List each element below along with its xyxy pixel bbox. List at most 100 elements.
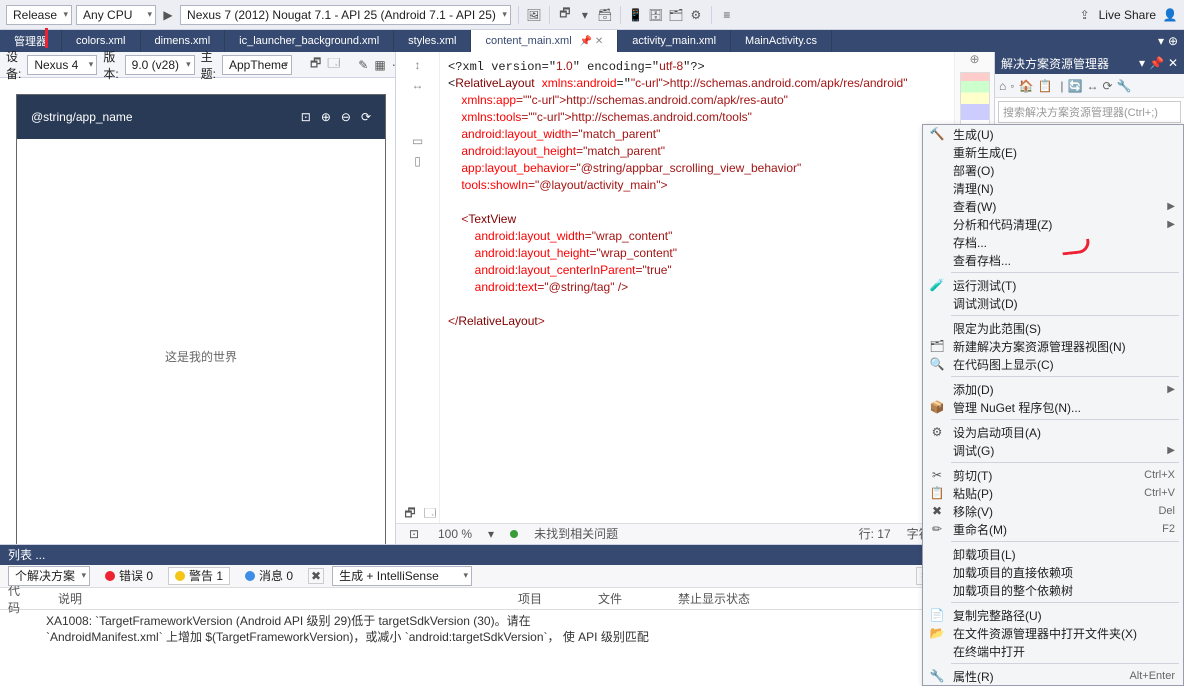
refresh-icon[interactable]: 🔄 <box>1068 79 1083 93</box>
toolbar-icon[interactable]: ⚙ <box>688 7 704 23</box>
menu-U[interactable]: 🔨生成(U) <box>923 125 1183 143</box>
wrench-icon[interactable]: 🔧 <box>1117 79 1132 93</box>
tab-activity_main-xml[interactable]: activity_main.xml <box>618 30 731 52</box>
menu-S[interactable]: 限定为此范围(S) <box>923 319 1183 337</box>
zoom-in-icon[interactable]: ⊕ <box>321 110 331 124</box>
menu-[interactable]: 存档... <box>923 233 1183 251</box>
warning-filter[interactable]: 警告 1 <box>168 567 230 585</box>
zoom-out-icon[interactable]: ⊖ <box>341 110 351 124</box>
pin-icon[interactable]: 📌 <box>1149 56 1164 70</box>
device-select[interactable]: Nexus 4 <box>27 55 97 75</box>
toolbar-icon[interactable]: 🗃 <box>597 7 613 23</box>
platform-dropdown[interactable]: Any CPU <box>76 5 156 25</box>
props-icon[interactable]: ⟳ <box>1103 79 1113 93</box>
device-preview: @string/app_name ⊡ ⊕ ⊖ ⟳ 这是我的世界 <box>16 94 386 544</box>
textview-preview: 这是我的世界 <box>165 348 237 365</box>
menu-L[interactable]: 卸载项目(L) <box>923 545 1183 563</box>
nav-icon[interactable]: ↔ <box>412 78 424 92</box>
play-icon[interactable]: ▶ <box>160 7 176 23</box>
menu-[interactable]: 加载项目的整个依赖树 <box>923 581 1183 599</box>
view-icon[interactable]: 🗗 <box>402 506 418 522</box>
toolbar-icon[interactable]: 🗄 <box>648 7 664 23</box>
menu-N[interactable]: 清理(N) <box>923 179 1183 197</box>
device-label: 设备: <box>6 48 21 82</box>
dropdown-icon[interactable]: ▾ <box>1139 56 1145 70</box>
tab-MainActivity-cs[interactable]: MainActivity.cs <box>731 30 832 52</box>
toolbar-icon[interactable]: ≡ <box>719 7 735 23</box>
menu-D[interactable]: 调试测试(D) <box>923 294 1183 312</box>
menu-[interactable]: 查看存档... <box>923 251 1183 269</box>
app-title: @string/app_name <box>31 110 133 124</box>
close-icon[interactable]: ✕ <box>1168 56 1178 70</box>
menu-X[interactable]: 📂在文件资源管理器中打开文件夹(X) <box>923 624 1183 642</box>
tab-ic_launcher_background-xml[interactable]: ic_launcher_background.xml <box>225 30 394 52</box>
message-filter[interactable]: 消息 0 <box>238 567 300 585</box>
zoom-level[interactable]: 100 % <box>438 527 472 541</box>
device-dropdown[interactable]: Nexus 7 (2012) Nougat 7.1 - API 25 (Andr… <box>180 5 511 25</box>
zoom-fit-icon[interactable]: ⊡ <box>301 110 311 124</box>
android-designer: 设备: Nexus 4 版本: 9.0 (v28) 主题: AppTheme 🗗… <box>0 52 396 544</box>
toolbar-icon[interactable]: 🗂 <box>668 7 684 23</box>
home-icon[interactable]: ⌂ <box>999 79 1006 93</box>
user-icon[interactable]: 👤 <box>1162 7 1178 23</box>
menu-T[interactable]: 🧪运行测试(T) <box>923 276 1183 294</box>
tab-colors-xml[interactable]: colors.xml <box>62 30 141 52</box>
menu-NuGetN[interactable]: 📦管理 NuGet 程序包(N)... <box>923 398 1183 416</box>
menu-O[interactable]: 部署(O) <box>923 161 1183 179</box>
tab-content_main-xml[interactable]: content_main.xml📌 ✕ <box>471 30 618 52</box>
menu-U[interactable]: 📄复制完整路径(U) <box>923 606 1183 624</box>
menu-W[interactable]: 查看(W)▶ <box>923 197 1183 215</box>
split-icon[interactable]: ▯ <box>414 154 421 168</box>
build-dropdown[interactable]: 生成 + IntelliSense <box>332 566 472 586</box>
view-icon[interactable]: 🗔 <box>422 506 438 522</box>
menu-T[interactable]: ✂剪切(T)Ctrl+X <box>923 466 1183 484</box>
menu-[interactable]: 加载项目的直接依赖项 <box>923 563 1183 581</box>
theme-select[interactable]: AppTheme <box>222 55 292 75</box>
menu-R[interactable]: 🔧属性(R)Alt+Enter <box>923 667 1183 685</box>
code-area[interactable]: <?xml version="1.0" encoding="utf-8"?> <… <box>440 52 954 523</box>
share-icon[interactable]: ⇪ <box>1077 7 1093 23</box>
menu-C[interactable]: 🔍在代码图上显示(C) <box>923 355 1183 373</box>
orientation-icon[interactable]: 🗗 <box>310 57 321 73</box>
solution-search[interactable]: 搜索解决方案资源管理器(Ctrl+;) <box>998 101 1181 123</box>
menu-[interactable]: 在终端中打开 <box>923 642 1183 660</box>
menu-D[interactable]: 添加(D)▶ <box>923 380 1183 398</box>
collapse-icon[interactable]: ↕ <box>415 58 421 72</box>
panel-title: 列表 ... <box>8 546 45 563</box>
menu-V[interactable]: ✖移除(V)Del <box>923 502 1183 520</box>
menu-Z[interactable]: 分析和代码清理(Z)▶ <box>923 215 1183 233</box>
pencil-icon[interactable]: ✎ <box>358 57 368 73</box>
code-editor: ↕ ↔ ▭ ▯ <?xml version="1.0" encoding="ut… <box>396 52 994 544</box>
menu-E[interactable]: 重新生成(E) <box>923 143 1183 161</box>
menu-G[interactable]: 调试(G)▶ <box>923 441 1183 459</box>
issues-status: 未找到相关问题 <box>534 525 618 542</box>
toolbar-icon[interactable]: 📱 <box>628 7 644 23</box>
col-proj[interactable]: 项目 <box>518 590 598 607</box>
layout-icon[interactable]: 🗔 <box>327 57 340 73</box>
error-filter[interactable]: 错误 0 <box>98 567 160 585</box>
filter-icon[interactable]: ✖ <box>308 568 324 584</box>
menu-M[interactable]: ✏重命名(M)F2 <box>923 520 1183 538</box>
grid-icon[interactable]: ▦ <box>374 57 385 73</box>
menu-N[interactable]: 🗂新建解决方案资源管理器视图(N) <box>923 337 1183 355</box>
sync-icon[interactable]: 🏠 <box>1019 79 1034 93</box>
scope-dropdown[interactable]: 个解决方案 <box>8 566 90 586</box>
toolbar-icon[interactable]: 🗗 <box>557 7 573 23</box>
collapse-icon[interactable]: ↔ <box>1087 79 1099 93</box>
col-file[interactable]: 文件 <box>598 590 678 607</box>
version-select[interactable]: 9.0 (v28) <box>125 55 195 75</box>
menu-P[interactable]: 📋粘贴(P)Ctrl+V <box>923 484 1183 502</box>
menu-A[interactable]: ⚙设为启动项目(A) <box>923 423 1183 441</box>
tab-styles-xml[interactable]: styles.xml <box>394 30 471 52</box>
back-icon[interactable]: ◦ <box>1010 79 1014 93</box>
show-icon[interactable]: 📋 <box>1037 79 1052 93</box>
zoom-icon[interactable]: ⊡ <box>406 526 422 542</box>
live-share[interactable]: Live Share <box>1099 8 1156 22</box>
toolbar-icon[interactable]: 🖼 <box>526 7 542 23</box>
col-suppress[interactable]: 禁止显示状态 <box>678 590 790 607</box>
refresh-icon[interactable]: ⟳ <box>361 110 371 124</box>
toolbar-icon[interactable]: ▾ <box>577 7 593 23</box>
split-icon[interactable]: ▭ <box>412 134 423 148</box>
config-dropdown[interactable]: Release <box>6 5 72 25</box>
col-desc[interactable]: 说明 <box>58 590 518 607</box>
